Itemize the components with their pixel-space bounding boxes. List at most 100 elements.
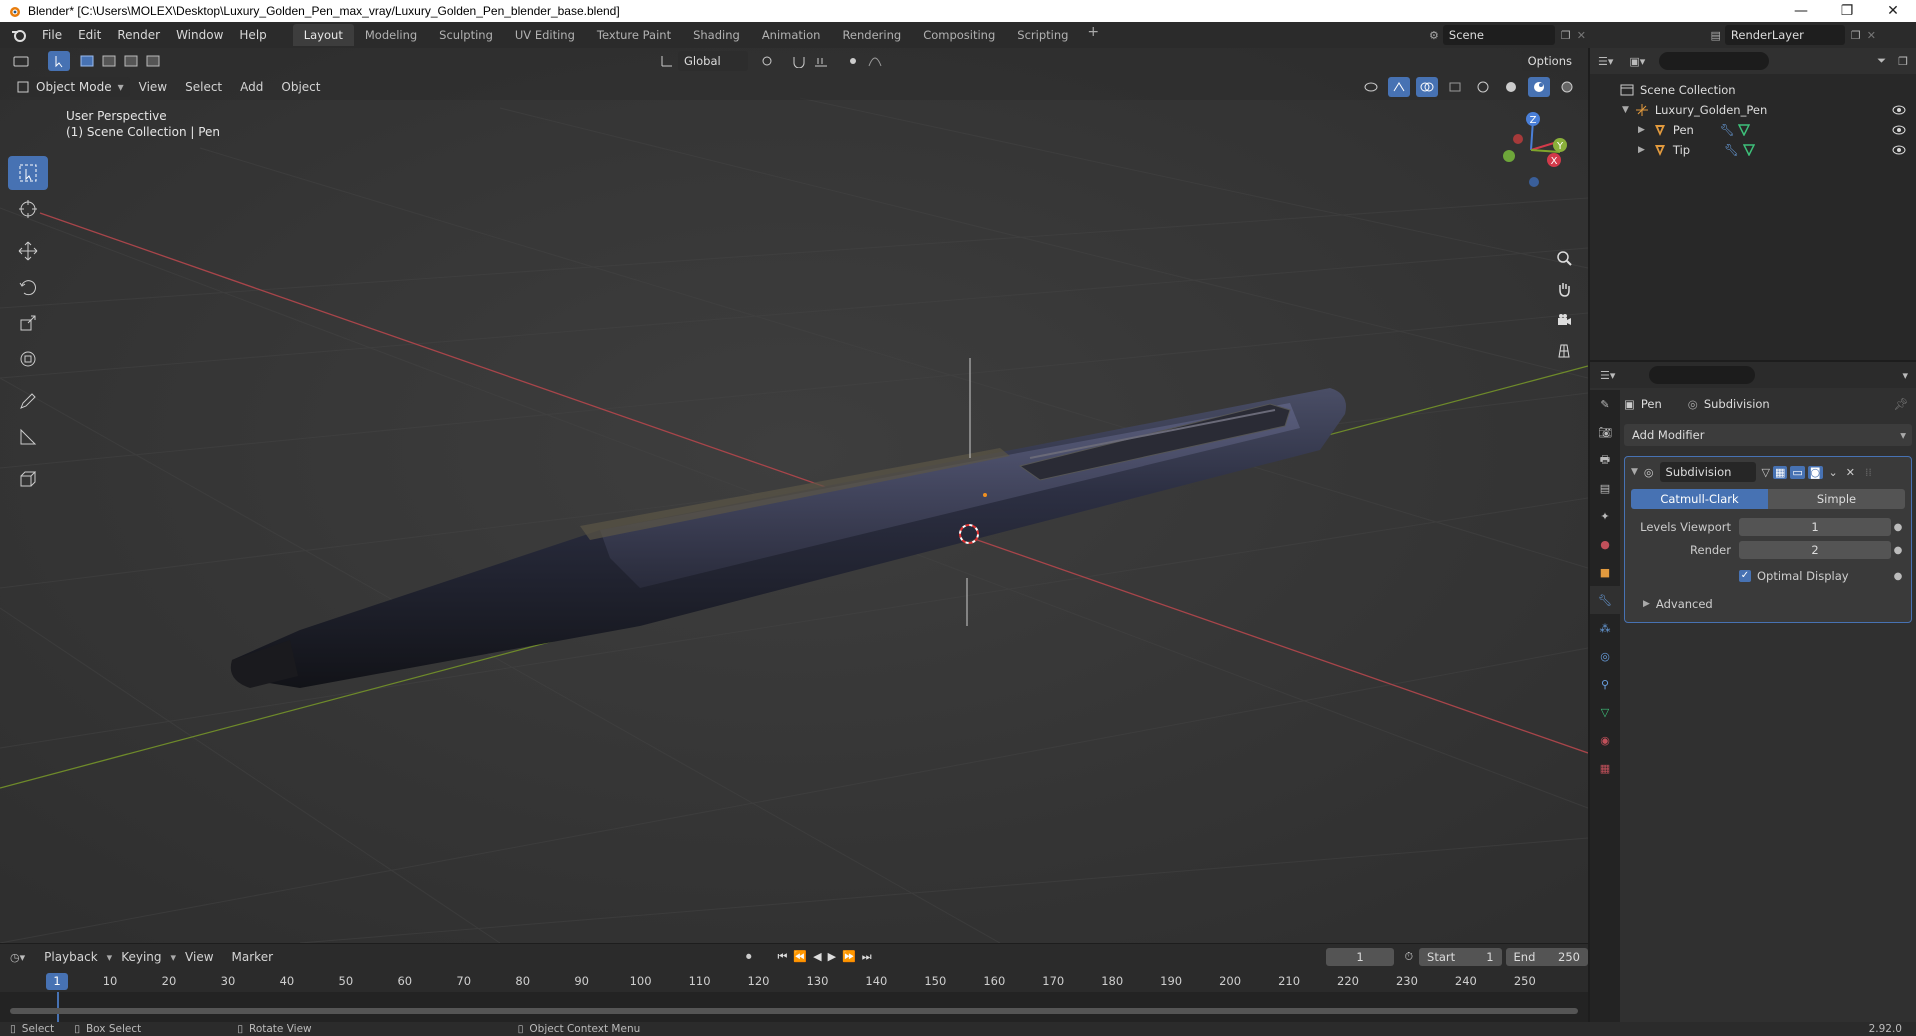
mesh-data-icon[interactable] <box>1738 124 1751 136</box>
record-icon[interactable]: ⏺ <box>746 950 752 964</box>
outliner-row-pen[interactable]: ▶ Pen 🔧︎ <box>1590 120 1916 140</box>
zoom-icon[interactable] <box>1550 244 1578 272</box>
tab-texture-paint[interactable]: Texture Paint <box>586 24 682 46</box>
keyframe-dot-icon[interactable]: ● <box>1891 571 1905 582</box>
wireframe-shading-icon[interactable] <box>1472 77 1494 97</box>
viewport-scene[interactable]: Z X Y <box>0 48 1588 943</box>
timeline-scrollbar[interactable] <box>10 1008 1578 1014</box>
stopwatch-icon[interactable]: ⏱ <box>1404 950 1413 964</box>
menu-add[interactable]: Add <box>231 80 272 94</box>
xray-toggle-icon[interactable] <box>1444 77 1466 97</box>
add-cube-tool[interactable] <box>8 462 48 496</box>
eye-icon[interactable] <box>1892 105 1906 115</box>
play-icon[interactable]: ▶ <box>828 950 842 963</box>
menu-select[interactable]: Select <box>176 80 231 94</box>
menu-keying[interactable]: Keying <box>112 950 170 964</box>
outliner-search-input[interactable] <box>1659 52 1770 70</box>
jump-end-icon[interactable]: ⏭ <box>862 950 878 963</box>
data-tab-icon[interactable]: ▽ <box>1590 698 1620 726</box>
delete-scene-icon[interactable]: ✕ <box>1577 29 1586 42</box>
menu-edit[interactable]: Edit <box>70 24 109 46</box>
expand-arrow-icon[interactable]: ▶ <box>1638 125 1645 135</box>
outliner-row-scene-collection[interactable]: Scene Collection <box>1590 80 1916 100</box>
expand-arrow-icon[interactable]: ▶ <box>1638 145 1645 155</box>
remove-modifier-icon[interactable]: ✕ <box>1846 466 1855 479</box>
optimal-display-checkbox[interactable]: ✓ <box>1739 570 1751 582</box>
tab-modeling[interactable]: Modeling <box>354 24 428 46</box>
tab-compositing[interactable]: Compositing <box>912 24 1006 46</box>
menu-window[interactable]: Window <box>168 24 231 46</box>
outliner-row-tip[interactable]: ▶ Tip 🔧︎ <box>1590 140 1916 160</box>
view-layer-tab-icon[interactable]: ▤ <box>1590 474 1620 502</box>
texture-tab-icon[interactable]: ▦ <box>1590 754 1620 782</box>
snap-icon[interactable] <box>788 51 810 71</box>
world-tab-icon[interactable]: ● <box>1590 530 1620 558</box>
3d-viewport[interactable]: Z X Y Global Options Object Mode ▾ View … <box>0 48 1588 943</box>
properties-editor-icon[interactable]: ☰▾ <box>1600 369 1615 382</box>
chevron-down-icon[interactable]: ⌄ <box>1829 466 1838 479</box>
select-subtract-mode-icon[interactable] <box>120 51 142 71</box>
edit-mode-toggle-icon[interactable]: ▽ <box>1762 466 1770 479</box>
tab-uv-editing[interactable]: UV Editing <box>504 24 586 46</box>
rotate-tool[interactable] <box>8 270 48 304</box>
add-workspace-icon[interactable]: + <box>1079 24 1107 46</box>
visibility-icon[interactable] <box>1360 77 1382 97</box>
tab-layout[interactable]: Layout <box>292 24 354 46</box>
display-mode-icon[interactable]: ▣▾ <box>1629 55 1645 68</box>
tool-tab-icon[interactable]: ✎ <box>1590 390 1620 418</box>
outliner-row-collection[interactable]: ▼ Luxury_Golden_Pen <box>1590 100 1916 120</box>
timeline-ruler[interactable]: 1 10 20 30 40 50 60 70 80 90 100 110 120 130 140 150 16… <box>0 970 1588 992</box>
prev-keyframe-icon[interactable]: ⏪ <box>793 950 813 963</box>
overlay-toggle-icon[interactable] <box>1416 77 1438 97</box>
physics-tab-icon[interactable]: ◎ <box>1590 642 1620 670</box>
menu-object[interactable]: Object <box>272 80 329 94</box>
new-layer-icon[interactable]: ❐ <box>1851 29 1861 42</box>
collapse-arrow-icon[interactable]: ▼ <box>1631 467 1638 477</box>
keyframe-dot-icon[interactable]: ● <box>1891 545 1905 556</box>
filter-icon[interactable]: ⏷ <box>1877 54 1886 68</box>
close-window-button[interactable]: ✕ <box>1870 0 1916 22</box>
transform-orientation-dropdown[interactable]: Global <box>660 51 748 71</box>
options-dropdown[interactable]: Options <box>1521 51 1578 71</box>
new-scene-icon[interactable]: ❐ <box>1561 29 1571 42</box>
timeline-track-area[interactable] <box>0 992 1588 1022</box>
material-tab-icon[interactable]: ◉ <box>1590 726 1620 754</box>
render-levels-field[interactable]: 2 <box>1739 541 1891 559</box>
pivot-point-icon[interactable] <box>756 51 778 71</box>
render-toggle-icon[interactable]: ◙ <box>1807 465 1823 479</box>
select-box-tool[interactable] <box>8 156 48 190</box>
menu-view[interactable]: View <box>130 80 176 94</box>
options-label[interactable]: Options <box>1521 51 1578 71</box>
simple-button[interactable]: Simple <box>1768 489 1905 509</box>
menu-playback[interactable]: Playback <box>35 950 107 964</box>
viewport-toggle-icon[interactable]: ▭ <box>1790 465 1805 479</box>
select-box-mode-icon[interactable] <box>76 51 98 71</box>
select-extend-mode-icon[interactable] <box>98 51 120 71</box>
select-invert-mode-icon[interactable] <box>142 51 164 71</box>
tab-shading[interactable]: Shading <box>682 24 751 46</box>
render-layer-selector[interactable]: ▤ RenderLayer ❐ ✕ <box>1711 25 1876 45</box>
restore-button[interactable]: ❐ <box>1824 0 1870 22</box>
playhead-frame-badge[interactable]: 1 <box>46 973 68 990</box>
expand-arrow-icon[interactable]: ▼ <box>1622 105 1629 115</box>
end-frame-field[interactable]: End 250 <box>1505 948 1588 966</box>
scene-name-field[interactable]: Scene <box>1442 25 1555 45</box>
modifier-name-field[interactable]: Subdivision <box>1659 462 1756 482</box>
modifier-wrench-icon[interactable]: 🔧︎ <box>1724 143 1739 157</box>
mesh-data-icon[interactable] <box>1742 144 1755 156</box>
eye-icon[interactable] <box>1892 125 1906 135</box>
object-tab-icon[interactable]: ■ <box>1590 558 1620 586</box>
pan-hand-icon[interactable] <box>1550 275 1578 303</box>
menu-file[interactable]: File <box>34 24 70 46</box>
menu-marker[interactable]: Marker <box>223 950 282 964</box>
snap-target-icon[interactable] <box>810 51 832 71</box>
keyframe-dot-icon[interactable]: ● <box>1891 522 1905 533</box>
advanced-subpanel[interactable]: ▶ Advanced <box>1631 594 1905 614</box>
playhead-line[interactable] <box>57 992 59 1022</box>
solid-shading-icon[interactable] <box>1500 77 1522 97</box>
transform-tool[interactable] <box>8 342 48 376</box>
rendered-shading-icon[interactable] <box>1556 77 1578 97</box>
timeline-editor-icon[interactable]: ◷▾ <box>10 951 25 964</box>
catmull-clark-button[interactable]: Catmull-Clark <box>1631 489 1768 509</box>
minimize-button[interactable]: — <box>1778 0 1824 22</box>
